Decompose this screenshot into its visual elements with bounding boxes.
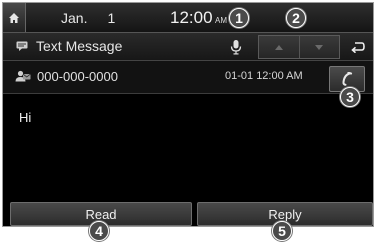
back-icon — [351, 41, 365, 53]
home-icon — [9, 12, 19, 23]
status-bar: Jan. 1 12:00 AM — [3, 3, 373, 33]
page-title: Text Message — [36, 38, 123, 54]
home-button[interactable] — [3, 3, 26, 32]
callout-1: 1 — [229, 8, 249, 28]
next-message-button[interactable] — [298, 36, 340, 58]
voice-button[interactable] — [221, 33, 251, 60]
phone-icon — [342, 72, 353, 86]
callout-2: 2 — [286, 8, 306, 28]
callout-4: 4 — [89, 221, 109, 241]
arrow-down-icon — [315, 44, 324, 50]
message-pager — [258, 35, 340, 59]
date-day: 1 — [107, 10, 116, 26]
callout-3: 3 — [340, 87, 360, 107]
clock-time: 12:00 — [170, 8, 213, 27]
sender-number: 000-000-0000 — [37, 69, 118, 84]
date-month: Jan. — [61, 10, 88, 26]
title-bar: Text Message — [3, 33, 373, 61]
message-timestamp: 01-01 12:00 AM — [225, 70, 303, 82]
previous-message-button[interactable] — [259, 36, 299, 58]
message-icon — [16, 41, 28, 51]
message-body: Hi — [19, 110, 32, 125]
clock-ampm: AM — [215, 16, 227, 25]
person-icon — [15, 70, 31, 82]
message-screen: Jan. 1 12:00 AM Text Message 000-000-000… — [2, 2, 374, 227]
arrow-up-icon — [274, 44, 283, 50]
callout-5: 5 — [272, 221, 292, 241]
mic-icon — [230, 39, 242, 54]
sender-row: 000-000-0000 01-01 12:00 AM — [3, 61, 373, 94]
back-button[interactable] — [343, 33, 373, 60]
date-display: Jan. 1 — [61, 10, 115, 26]
